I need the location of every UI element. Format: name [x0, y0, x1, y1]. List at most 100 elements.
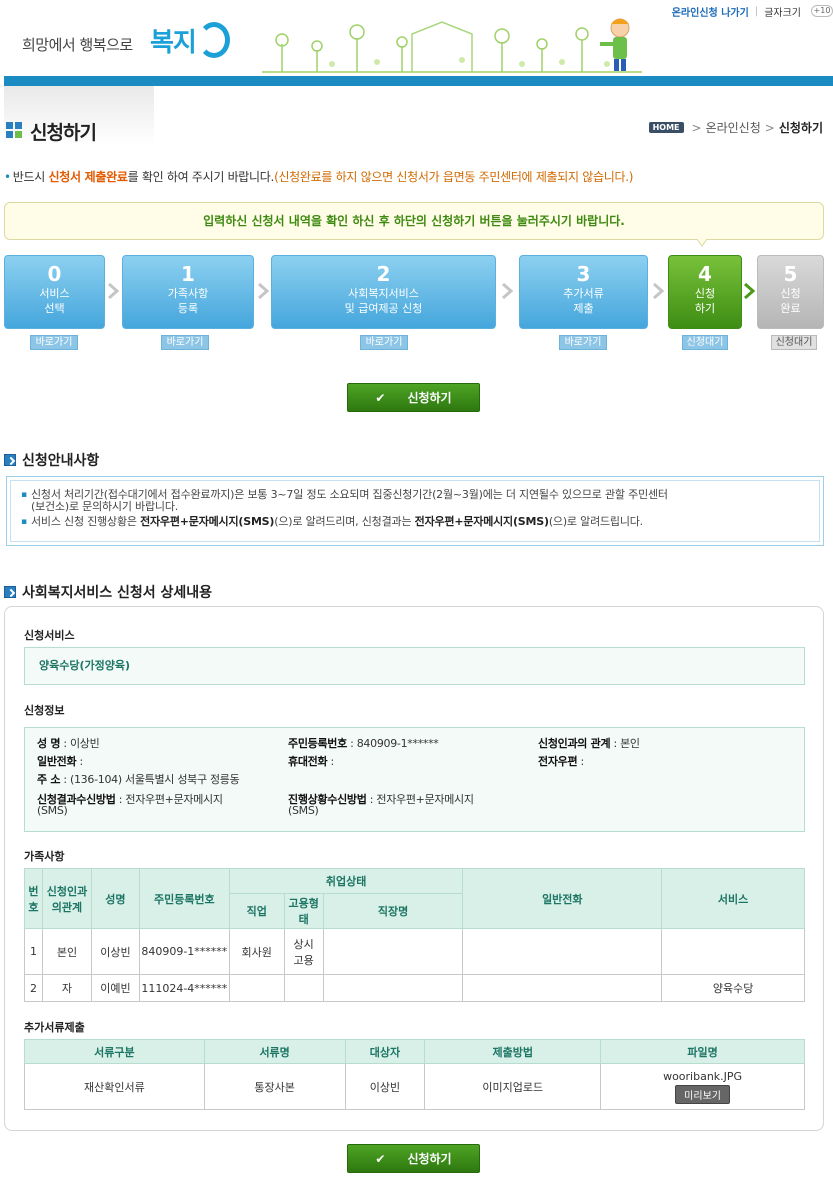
- step-number: 0: [47, 262, 62, 286]
- header-bar: [4, 76, 833, 86]
- info-label: 신청정보: [24, 704, 65, 717]
- guide-item-text: 서비스 신청 진행상황은: [31, 515, 141, 528]
- check-icon: ✔: [375, 1151, 386, 1166]
- info-email: 전자우편 :: [538, 755, 584, 768]
- preview-button[interactable]: 미리보기: [675, 1084, 730, 1104]
- slogan: 희망에서 행복으로: [22, 36, 133, 54]
- guide-item: 서비스 신청 진행상황은 전자우편+문자메시지(SMS)(으)로 알려드리며, …: [19, 515, 809, 529]
- step-4-status: 신청대기: [682, 335, 728, 350]
- chevron-right-icon: >: [764, 120, 775, 135]
- step-number: 5: [783, 262, 798, 286]
- cell-doc-method: 이미지업로드: [424, 1063, 602, 1110]
- step-5: 5 신청 완료: [757, 255, 824, 329]
- guide-item: 신청서 처리기간(접수대기에서 접수완료까지)은 보통 3~7일 정도 소요되며…: [19, 489, 809, 513]
- apply-button-top[interactable]: ✔ 신청하기: [347, 383, 480, 412]
- col-name: 성명: [90, 868, 140, 929]
- cell-name: 이예빈: [90, 974, 140, 1002]
- col-phone: 일반전화: [462, 868, 663, 929]
- notice-note: (신청완료를 하지 않으면 신청서가 읍면동 주민센터에 제출되지 않습니다.): [274, 170, 634, 184]
- info-progress-method: 진행상황수신방법 : 전자우편+문자메시지 (SMS): [288, 793, 474, 817]
- breadcrumb-parent[interactable]: 온라인신청: [706, 119, 761, 136]
- breadcrumb-current: 신청하기: [778, 121, 823, 135]
- docs-label: 추가서류제출: [24, 1021, 85, 1034]
- step-label: 신청: [694, 287, 716, 300]
- step-3: 3 추가서류 제출: [519, 255, 648, 329]
- chevron-right-icon: [653, 282, 664, 300]
- col-doc-method: 제출방법: [424, 1039, 602, 1064]
- top-links: 온라인신청 나가기 | 글자크기 +10: [666, 2, 833, 20]
- family-label: 가족사항: [24, 850, 65, 863]
- cell-name: 이상빈: [90, 928, 140, 975]
- step-number: 4: [698, 262, 712, 286]
- cell-workplace: [322, 974, 464, 1002]
- table-row: 1 본인 이상빈 840909-1****** 회사원 상시 고용: [24, 928, 805, 975]
- col-job-status: 취업상태: [228, 868, 464, 894]
- col-service: 서비스: [661, 868, 805, 929]
- step-5-status: 신청대기: [771, 335, 817, 350]
- step-label: 제출: [573, 302, 594, 315]
- step-0: 0 서비스 선택: [4, 255, 105, 329]
- col-no: 번호: [24, 868, 43, 929]
- site-logo[interactable]: 복지: [150, 22, 197, 59]
- check-icon: ✔: [375, 390, 386, 405]
- goto-step-3-button[interactable]: 바로가기: [559, 335, 607, 350]
- detail-title: 사회복지서비스 신청서 상세내용: [22, 585, 213, 601]
- section-arrow-icon: [4, 586, 16, 598]
- apply-button-bottom[interactable]: ✔ 신청하기: [347, 1144, 480, 1173]
- step-label: 사회복지서비스: [348, 287, 419, 300]
- cell-relation: 자: [41, 974, 92, 1002]
- chevron-right-icon: [502, 282, 513, 300]
- info-name: 성 명 : 이상빈: [37, 737, 100, 750]
- goto-step-0-button[interactable]: 바로가기: [30, 335, 78, 350]
- cell-service: [661, 928, 805, 975]
- step-1: 1 가족사항 등록: [122, 255, 254, 329]
- cell-phone: [462, 928, 663, 975]
- notice-middle: 를 확인 하여 주시기 바랍니다.: [127, 170, 275, 184]
- cell-employ: [283, 974, 324, 1002]
- confirm-message: 입력하신 신청서 내역을 확인 하신 후 하단의 신청하기 버튼을 눌러주시기 …: [4, 202, 824, 240]
- step-number: 1: [181, 262, 195, 286]
- goto-step-1-button[interactable]: 바로가기: [161, 335, 209, 350]
- applicant-info: 성 명 : 이상빈 주민등록번호 : 840909-1****** 신청인과의 …: [24, 727, 805, 832]
- step-label: 및 급여제공 신청: [344, 302, 423, 315]
- online-exit-link[interactable]: 온라인신청 나가기: [666, 4, 755, 19]
- cell-job: [228, 974, 285, 1002]
- cell-employ: 상시 고용: [283, 928, 324, 975]
- font-size-link[interactable]: 글자크기: [758, 4, 807, 19]
- cell-service: 양육수당: [661, 974, 805, 1002]
- col-doc-target: 대상자: [344, 1039, 426, 1064]
- step-4-current: 4 신청 하기: [668, 255, 742, 329]
- col-job: 직업: [228, 893, 285, 929]
- cell-relation: 본인: [41, 928, 92, 975]
- info-result-method: 신청결과수신방법 : 전자우편+문자메시지 (SMS): [37, 793, 223, 817]
- cell-doc-type: 재산확인서류: [24, 1063, 205, 1110]
- logo-ring-icon: [198, 22, 230, 58]
- section-arrow-icon: [4, 454, 16, 466]
- guide-item-text: (으)로 알려드립니다.: [548, 515, 643, 528]
- submission-notice: • 반드시 신청서 제출완료를 확인 하여 주시기 바랍니다.(신청완료를 하지 …: [4, 168, 633, 185]
- guide-item-emphasis: 전자우편+문자메시지(SMS): [414, 515, 549, 528]
- table-row: 재산확인서류 통장사본 이상빈 이미지업로드 wooribank.JPG 미리보…: [24, 1063, 805, 1110]
- pointer-arrow-icon: [697, 239, 707, 247]
- step-label: 신청: [780, 287, 801, 300]
- goto-step-2-button[interactable]: 바로가기: [360, 335, 408, 350]
- home-icon[interactable]: HOME: [648, 122, 684, 133]
- step-label: 완료: [780, 302, 801, 315]
- col-doc-file: 파일명: [600, 1039, 805, 1064]
- chevron-right-icon: >: [691, 120, 702, 135]
- step-label: 하기: [694, 302, 716, 315]
- docs-table: 서류구분 서류명 대상자 제출방법 파일명 재산확인서류 통장사본 이상빈 이미…: [24, 1039, 805, 1110]
- step-label: 가족사항: [167, 287, 209, 300]
- info-address: 주 소 : (136-104) 서울특별시 성북구 정릉동: [37, 773, 240, 786]
- info-mobile: 휴대전화 :: [288, 755, 334, 768]
- chevron-right-icon: [258, 282, 269, 300]
- file-name: wooribank.JPG: [663, 1069, 743, 1083]
- step-2: 2 사회복지서비스 및 급여제공 신청: [271, 255, 496, 329]
- col-rrn: 주민등록번호: [138, 868, 230, 929]
- bullet-icon: •: [4, 170, 11, 184]
- info-relation: 신청인과의 관계 : 본인: [538, 737, 640, 750]
- zoom-in-icon[interactable]: +10: [811, 5, 833, 17]
- cell-no: 2: [24, 974, 43, 1002]
- col-doc-name: 서류명: [203, 1039, 346, 1064]
- chevron-right-icon: [108, 282, 119, 300]
